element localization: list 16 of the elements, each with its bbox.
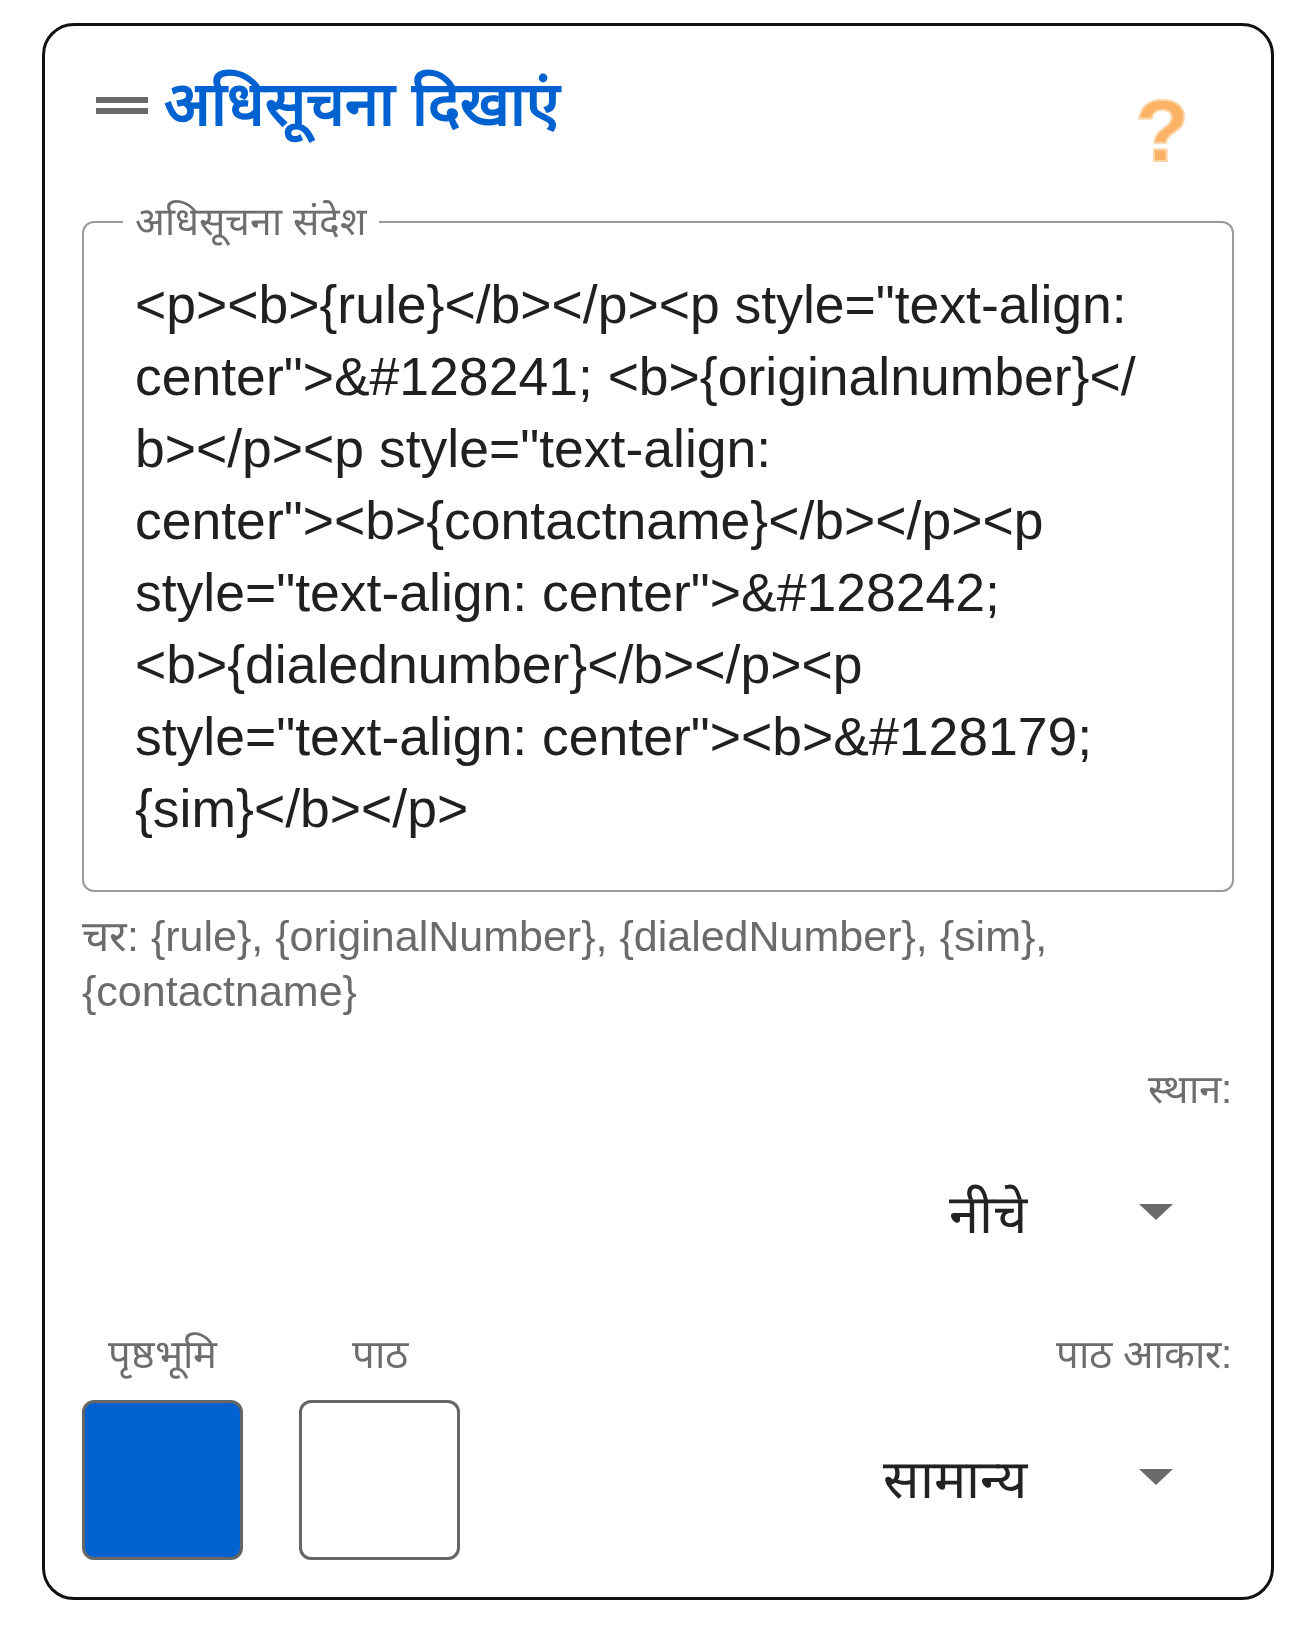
caret-icon	[1139, 1469, 1173, 1485]
position-dropdown[interactable]: नीचे	[941, 1172, 1173, 1252]
message-field[interactable]	[82, 199, 1234, 892]
text-size-dropdown[interactable]: सामान्य	[875, 1437, 1173, 1517]
message-field-label: अधिसूचना संदेश	[123, 199, 379, 245]
caret-icon	[1139, 1204, 1173, 1220]
color-swatch[interactable]	[82, 1400, 243, 1560]
drag-handle-icon[interactable]	[96, 97, 148, 114]
message-text: <p><b>{rule}</b></p><p style="text-align: center">&#128241; <b>{originalnumber}</b></p><p style="text-align: center"><b>{contactname}</b></p><p style="text-align: center">&#128242; <b>{dialednumber}</b></p><p style="text-align: center"><b>&#128179; {sim}</b></p>	[135, 274, 1137, 840]
color-swatch[interactable]	[299, 1400, 460, 1560]
position-label: स्थान:	[1147, 1066, 1232, 1113]
color-label: पाठ	[351, 1331, 408, 1378]
section-title: अधिसूचना दिखाएं	[164, 64, 560, 144]
helper-text: चर: {rule}, {originalNumber}, {dialedNumber}, {sim}, {contactname}	[82, 911, 1049, 1017]
color-label: पृष्ठभूमि	[108, 1329, 217, 1379]
text-size-label: पाठ आकार:	[1055, 1331, 1232, 1378]
